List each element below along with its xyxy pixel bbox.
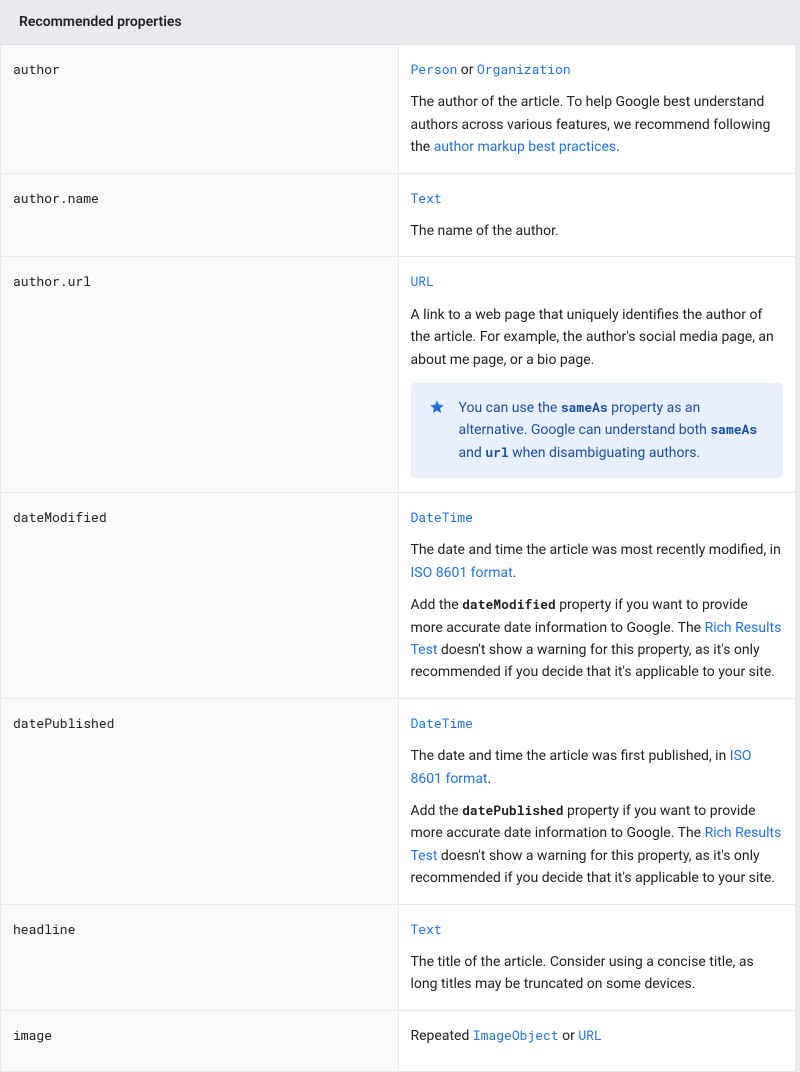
property-name: image	[1, 1010, 398, 1071]
type-line: Text	[411, 188, 784, 210]
type-line: Repeated ImageObject or URL	[411, 1025, 784, 1047]
property-description-cell: Repeated ImageObject or URL	[398, 1010, 795, 1071]
table-row: datePublished DateTime The date and time…	[1, 698, 795, 904]
table-row: author Person or Organization The author…	[1, 45, 795, 174]
property-name: datePublished	[1, 698, 398, 904]
property-description-cell: Text The name of the author.	[398, 173, 795, 257]
property-name: author.name	[1, 173, 398, 257]
property-name: headline	[1, 904, 398, 1010]
code-url: url	[485, 443, 508, 461]
property-name: dateModified	[1, 493, 398, 699]
type-line: Person or Organization	[411, 59, 784, 81]
star-icon	[429, 399, 445, 415]
author-markup-link[interactable]: author markup best practices	[434, 139, 616, 155]
code-sameas: sameAs	[561, 398, 608, 416]
property-name: author	[1, 45, 398, 174]
callout-text: You can use the sameAs property as an al…	[459, 397, 766, 464]
type-line: Text	[411, 919, 784, 941]
type-link-imageobject[interactable]: ImageObject	[473, 1026, 559, 1044]
property-description-cell: Person or Organization The author of the…	[398, 45, 795, 174]
table-row: headline Text The title of the article. …	[1, 904, 795, 1010]
type-link-datetime[interactable]: DateTime	[411, 714, 473, 732]
property-description-cell: DateTime The date and time the article w…	[398, 698, 795, 904]
property-description-cell: URL A link to a web page that uniquely i…	[398, 257, 795, 493]
type-link-text[interactable]: Text	[411, 189, 442, 207]
property-description: A link to a web page that uniquely ident…	[411, 304, 784, 371]
property-description: Add the dateModified property if you wan…	[411, 594, 784, 684]
table-row: author.url URL A link to a web page that…	[1, 257, 795, 493]
property-description: The title of the article. Consider using…	[411, 951, 784, 996]
property-description: Add the datePublished property if you wa…	[411, 800, 784, 890]
property-description: The date and time the article was most r…	[411, 539, 784, 584]
note-callout: You can use the sameAs property as an al…	[411, 383, 784, 478]
property-name: author.url	[1, 257, 398, 493]
table-heading: Recommended properties	[1, 0, 795, 45]
code-datepublished: datePublished	[462, 801, 563, 819]
property-description-cell: DateTime The date and time the article w…	[398, 493, 795, 699]
property-description: The name of the author.	[411, 220, 784, 242]
type-line: DateTime	[411, 713, 784, 735]
type-sep: or	[559, 1028, 579, 1044]
type-line: DateTime	[411, 507, 784, 529]
repeated-label: Repeated	[411, 1028, 473, 1044]
table-row: author.name Text The name of the author.	[1, 173, 795, 257]
code-sameas: sameAs	[710, 420, 757, 438]
type-link-datetime[interactable]: DateTime	[411, 508, 473, 526]
property-description-cell: Text The title of the article. Consider …	[398, 904, 795, 1010]
type-link-organization[interactable]: Organization	[477, 60, 571, 78]
type-link-text[interactable]: Text	[411, 920, 442, 938]
properties-table-container: Recommended properties author Person or …	[0, 0, 800, 1072]
type-link-url[interactable]: URL	[411, 272, 434, 290]
type-link-url[interactable]: URL	[578, 1026, 601, 1044]
table-row: dateModified DateTime The date and time …	[1, 493, 795, 699]
type-sep: or	[457, 62, 477, 78]
properties-table: Recommended properties author Person or …	[1, 0, 795, 1072]
iso8601-link[interactable]: ISO 8601 format	[411, 565, 513, 581]
property-description: The author of the article. To help Googl…	[411, 91, 784, 158]
type-line: URL	[411, 271, 784, 293]
code-datemodified: dateModified	[462, 595, 556, 613]
table-row: image Repeated ImageObject or URL	[1, 1010, 795, 1071]
property-description: The date and time the article was first …	[411, 745, 784, 790]
type-link-person[interactable]: Person	[411, 60, 458, 78]
